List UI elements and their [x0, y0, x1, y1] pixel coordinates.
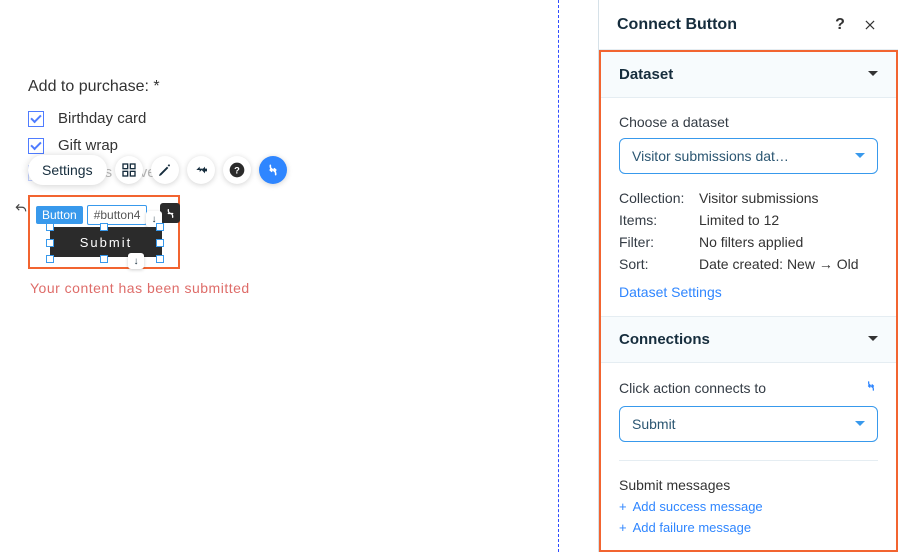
choose-dataset-label: Choose a dataset [619, 114, 878, 130]
dataset-section-content: Choose a dataset Visitor submissions dat… [601, 98, 896, 316]
connect-indicator-icon[interactable] [160, 203, 180, 223]
checkbox-label: Birthday card [58, 110, 146, 127]
submit-messages-label: Submit messages [619, 477, 878, 493]
resize-handle[interactable] [156, 223, 164, 231]
add-failure-message-link[interactable]: Add failure message [619, 520, 878, 535]
form-label: Add to purchase: * [28, 78, 570, 96]
dataset-settings-link[interactable]: Dataset Settings [619, 284, 878, 300]
element-id-tag: #button4 [87, 205, 148, 225]
connections-section-header[interactable]: Connections [601, 316, 896, 363]
chevron-down-icon [868, 66, 878, 83]
help-icon[interactable]: ? [830, 15, 850, 35]
element-toolbar: Settings ? [28, 155, 287, 185]
chevron-down-icon [855, 153, 865, 163]
resize-handle[interactable] [100, 255, 108, 263]
sort-label: Sort: [619, 256, 699, 272]
chevron-down-icon [855, 421, 865, 431]
animation-icon[interactable] [187, 156, 215, 184]
items-label: Items: [619, 212, 699, 228]
sort-value: Date created: New → Old [699, 256, 859, 272]
filter-value: No filters applied [699, 234, 803, 250]
resize-handle[interactable] [46, 239, 54, 247]
dataset-dropdown-value: Visitor submissions dat… [632, 148, 789, 164]
checkbox-option[interactable]: Gift wrap [28, 137, 570, 154]
checkbox-label: Gift wrap [58, 137, 118, 154]
element-tag: Button #button4 [36, 205, 147, 225]
panel-header: Connect Button ? [599, 0, 898, 50]
editor-canvas[interactable]: Add to purchase: * Birthday card Gift wr… [0, 0, 598, 552]
download-icon[interactable]: ↓ [128, 253, 144, 269]
dataset-section-header[interactable]: Dataset [601, 52, 896, 98]
add-success-message-link[interactable]: Add success message [619, 499, 878, 514]
connections-section-content: Click action connects to Submit Submit m… [601, 363, 896, 551]
connect-data-icon[interactable] [259, 156, 287, 184]
items-value: Limited to 12 [699, 212, 779, 228]
click-action-label: Click action connects to [619, 380, 766, 396]
canvas-guide-line [558, 0, 559, 552]
connect-button-panel: Connect Button ? Dataset Choose a datase… [598, 0, 898, 552]
collection-value: Visitor submissions [699, 190, 819, 206]
checkbox-icon[interactable] [28, 111, 44, 127]
section-title: Dataset [619, 66, 673, 83]
help-icon[interactable]: ? [223, 156, 251, 184]
reset-connection-icon[interactable] [864, 379, 878, 396]
panel-title: Connect Button [617, 16, 737, 34]
submit-button[interactable]: Submit [50, 227, 162, 257]
settings-button[interactable]: Settings [28, 155, 107, 185]
element-type-tag: Button [36, 206, 83, 224]
checkbox-option[interactable]: Birthday card [28, 110, 570, 127]
section-title: Connections [619, 331, 710, 348]
selected-element-frame[interactable]: Button #button4 ↓ Submit ↓ [28, 195, 180, 269]
resize-handle[interactable] [156, 255, 164, 263]
collection-label: Collection: [619, 190, 699, 206]
svg-text:?: ? [234, 165, 240, 175]
success-message-text: Your content has been submitted [30, 280, 250, 296]
filter-label: Filter: [619, 234, 699, 250]
chevron-down-icon [868, 331, 878, 348]
resize-handle[interactable] [100, 223, 108, 231]
click-action-value: Submit [632, 416, 676, 432]
panel-body: Dataset Choose a dataset Visitor submiss… [599, 50, 898, 552]
design-icon[interactable] [151, 156, 179, 184]
submit-messages-block: Submit messages Add success message Add … [619, 460, 878, 535]
click-action-dropdown[interactable]: Submit [619, 406, 878, 442]
resize-handle[interactable] [46, 255, 54, 263]
undo-icon[interactable] [14, 202, 28, 221]
layout-icon[interactable] [115, 156, 143, 184]
checkbox-icon[interactable] [28, 138, 44, 154]
dataset-dropdown[interactable]: Visitor submissions dat… [619, 138, 878, 174]
resize-handle[interactable] [156, 239, 164, 247]
close-icon[interactable] [860, 15, 880, 35]
resize-handle[interactable] [46, 223, 54, 231]
